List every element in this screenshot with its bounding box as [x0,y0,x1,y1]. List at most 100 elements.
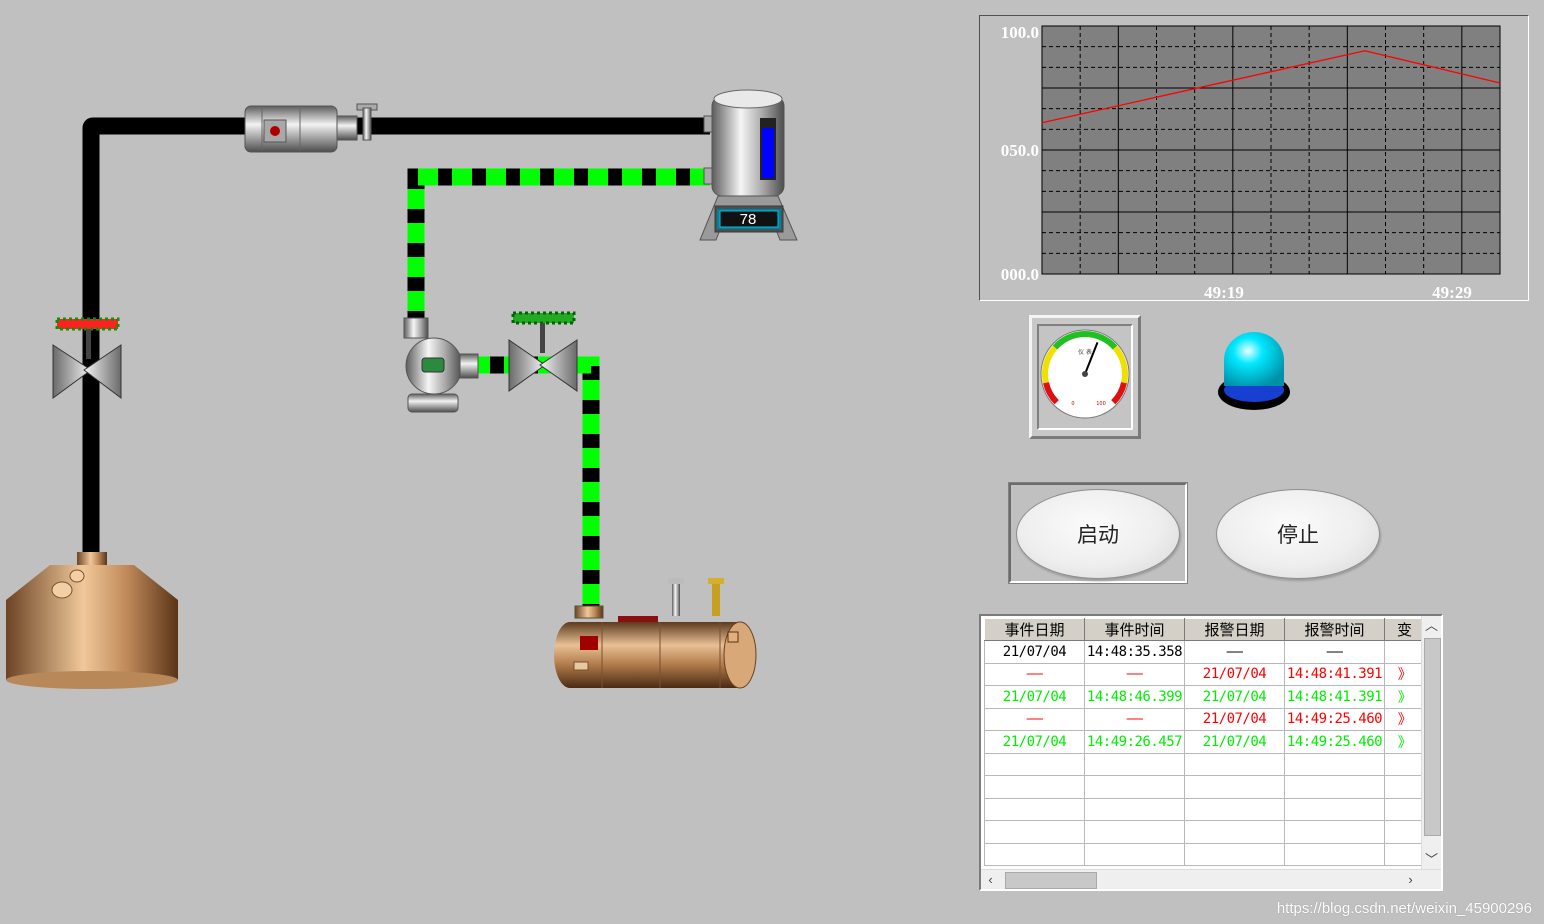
table-cell: 21/07/04 [984,730,1085,754]
table-cell [1184,797,1285,821]
table-cell: 14:48:41.391 [1284,662,1385,686]
table-cell: 21/07/04 [1184,707,1285,731]
table-cell [1284,842,1385,866]
table-cell [1184,775,1285,799]
y-tick-label: 100.0 [1001,23,1039,42]
pump-icon[interactable] [403,317,479,413]
table-cell: 》 [1384,685,1425,709]
table-cell [1384,640,1425,664]
trend-chart: 100.0 050.0 000.0 49:19 49:29 [979,15,1529,302]
table-cell [1384,775,1425,799]
table-cell [984,752,1085,776]
y-tick-label: 000.0 [1001,265,1039,284]
table-cell [984,775,1085,799]
table-cell: —— [1084,707,1185,731]
table-cell [1384,820,1425,844]
table-row[interactable]: —— —— 21/07/04 14:49:25.460 》 [984,707,1425,731]
table-cell [1284,752,1385,776]
gauge-icon: 仪 表 0 100 [1040,329,1130,419]
start-button[interactable]: 启动 [1016,489,1180,579]
x-tick-label: 49:19 [1204,283,1244,302]
table-row[interactable] [984,752,1425,776]
stop-button[interactable]: 停止 [1216,489,1380,579]
gauge-face-frame: 仪 表 0 100 [1037,324,1133,430]
table-cell [1284,820,1385,844]
table-cell: 14:49:26.457 [1084,730,1185,754]
table-cell [1184,820,1285,844]
vertical-scrollbar[interactable]: ︿ ﹀ [1421,616,1441,869]
gauge-panel: 仪 表 0 100 [1029,315,1141,439]
gauge-caption: 仪 表 [1078,348,1092,356]
table-cell [1184,842,1285,866]
gauge-max-label: 100 [1096,401,1106,407]
table-cell [1384,842,1425,866]
vertical-scroll-thumb[interactable] [1424,638,1441,836]
motor-icon [244,103,378,153]
table-cell: 》 [1384,730,1425,754]
gauge-min-label: 0 [1071,401,1074,407]
storage-tank-icon: 78 [699,89,798,241]
x-tick-label: 49:29 [1432,283,1472,302]
table-row[interactable]: —— —— 21/07/04 14:48:41.391 》 [984,662,1425,686]
chevron-left-icon[interactable]: ‹ [981,870,1000,889]
table-row[interactable] [984,775,1425,799]
table-cell: 》 [1384,707,1425,731]
chevron-down-icon[interactable]: ﹀ [1422,850,1441,869]
table-cell: 21/07/04 [984,685,1085,709]
tank-level-readout: 78 [740,211,757,228]
vessel-icon [6,552,178,689]
table-cell: —— [1084,662,1185,686]
table-cell [984,842,1085,866]
indicator-light-icon [1218,332,1290,410]
column-header[interactable]: 事件时间 [1084,618,1185,641]
table-cell: 21/07/04 [1184,685,1285,709]
table-row[interactable]: 21/07/04 14:48:46.399 21/07/04 14:48:41.391… [984,685,1425,709]
pipe-inactive [82,117,710,560]
trend-chart-svg: 100.0 050.0 000.0 49:19 49:29 [1001,23,1501,302]
table-cell: 14:49:25.460 [1284,707,1385,731]
table-cell: —— [1184,640,1285,664]
watermark: https://blog.csdn.net/weixin_45900296 [1276,900,1532,917]
pipe-flow [407,168,710,608]
table-cell: 21/07/04 [1184,730,1285,754]
table-cell [1084,797,1185,821]
y-tick-label: 050.0 [1001,141,1039,160]
table-row[interactable]: 21/07/04 14:48:35.358 —— —— [984,640,1425,664]
table-cell: 》 [1384,662,1425,686]
table-row[interactable]: 21/07/04 14:49:26.457 21/07/04 14:49:25.460… [984,730,1425,754]
table-cell: 14:48:41.391 [1284,685,1385,709]
column-header[interactable]: 变 [1384,618,1425,641]
table-cell [984,797,1085,821]
table-cell [1284,775,1385,799]
table-cell [1384,752,1425,776]
column-header[interactable]: 报警日期 [1184,618,1285,641]
horizontal-scroll-thumb[interactable] [1005,872,1097,889]
table-cell: 14:48:46.399 [1084,685,1185,709]
table-row[interactable] [984,797,1425,821]
chevron-up-icon[interactable]: ︿ [1422,616,1441,635]
table-cell [984,820,1085,844]
table-cell [1284,797,1385,821]
process-diagram: 78 [6,89,798,689]
horizontal-scrollbar[interactable]: ‹ › [981,869,1441,889]
table-cell [1084,820,1185,844]
table-cell: —— [1284,640,1385,664]
table-cell: 14:49:25.460 [1284,730,1385,754]
table-cell [1184,752,1285,776]
column-header[interactable]: 报警时间 [1284,618,1385,641]
table-row[interactable] [984,842,1425,866]
table-cell: 14:48:35.358 [1084,640,1185,664]
table-cell: —— [984,707,1085,731]
table-row[interactable] [984,820,1425,844]
table-cell: 21/07/04 [1184,662,1285,686]
table-cell: 21/07/04 [984,640,1085,664]
chevron-right-icon[interactable]: › [1401,870,1420,889]
column-header[interactable]: 事件日期 [984,618,1085,641]
table-cell [1084,752,1185,776]
table-cell [1084,775,1185,799]
valve-icon[interactable] [508,311,578,392]
alarm-table: 事件日期 事件时间 报警日期 报警时间变 21/07/04 14:48:35.358 ——… [984,618,1425,866]
table-cell: —— [984,662,1085,686]
table-cell [1384,797,1425,821]
alarm-table-panel: 事件日期 事件时间 报警日期 报警时间变 21/07/04 14:48:35.358 ——… [979,614,1443,891]
